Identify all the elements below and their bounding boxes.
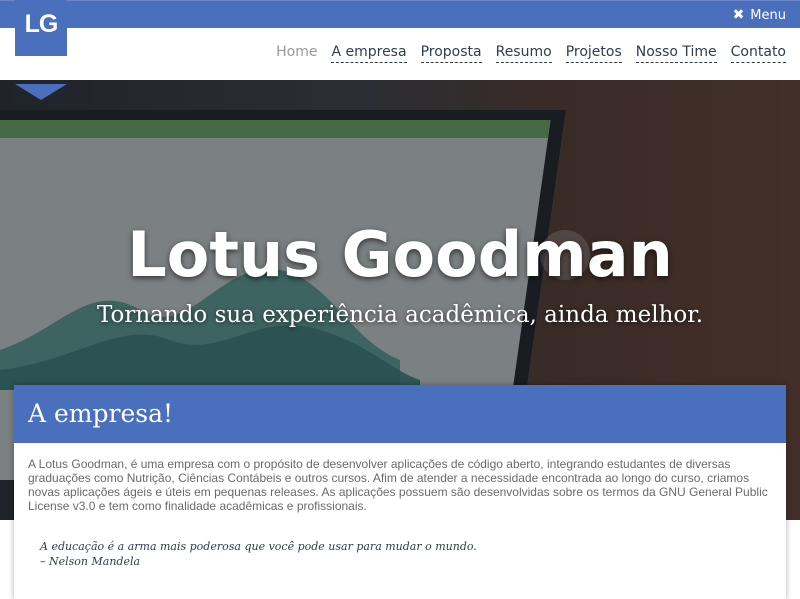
- close-icon: ✖: [732, 7, 745, 23]
- menu-toggle-button[interactable]: ✖ Menu: [733, 7, 786, 23]
- about-body: A Lotus Goodman, é uma empresa com o pro…: [14, 443, 786, 569]
- hero-title: Lotus Goodman: [127, 218, 673, 291]
- nav-item-a-empresa[interactable]: A empresa: [331, 44, 407, 63]
- main-nav: Home A empresa Proposta Resumo Projetos …: [276, 44, 786, 63]
- navbar: Home A empresa Proposta Resumo Projetos …: [0, 28, 800, 80]
- logo-ribbon-tip: [15, 84, 67, 100]
- hero-subtitle: Tornando sua experiência acadêmica, aind…: [96, 302, 704, 328]
- brand-logo[interactable]: LG: [15, 0, 67, 56]
- nav-item-home[interactable]: Home: [276, 44, 317, 63]
- top-bar: ✖ Menu: [0, 0, 800, 28]
- quote-text: A educação é a arma mais poderosa que vo…: [40, 540, 477, 553]
- about-text: A Lotus Goodman, é uma empresa com o pro…: [28, 457, 768, 513]
- nav-item-nosso-time[interactable]: Nosso Time: [635, 44, 717, 63]
- about-card: A empresa! A Lotus Goodman, é uma empres…: [14, 385, 786, 599]
- nav-item-projetos[interactable]: Projetos: [565, 44, 622, 63]
- quote-block: A educação é a arma mais poderosa que vo…: [40, 539, 772, 569]
- quote-author: – Nelson Mandela: [40, 555, 141, 568]
- nav-item-contato[interactable]: Contato: [730, 44, 786, 63]
- menu-label: Menu: [750, 7, 786, 23]
- about-heading: A empresa!: [14, 385, 786, 443]
- nav-item-resumo[interactable]: Resumo: [495, 44, 552, 63]
- nav-item-proposta[interactable]: Proposta: [420, 44, 482, 63]
